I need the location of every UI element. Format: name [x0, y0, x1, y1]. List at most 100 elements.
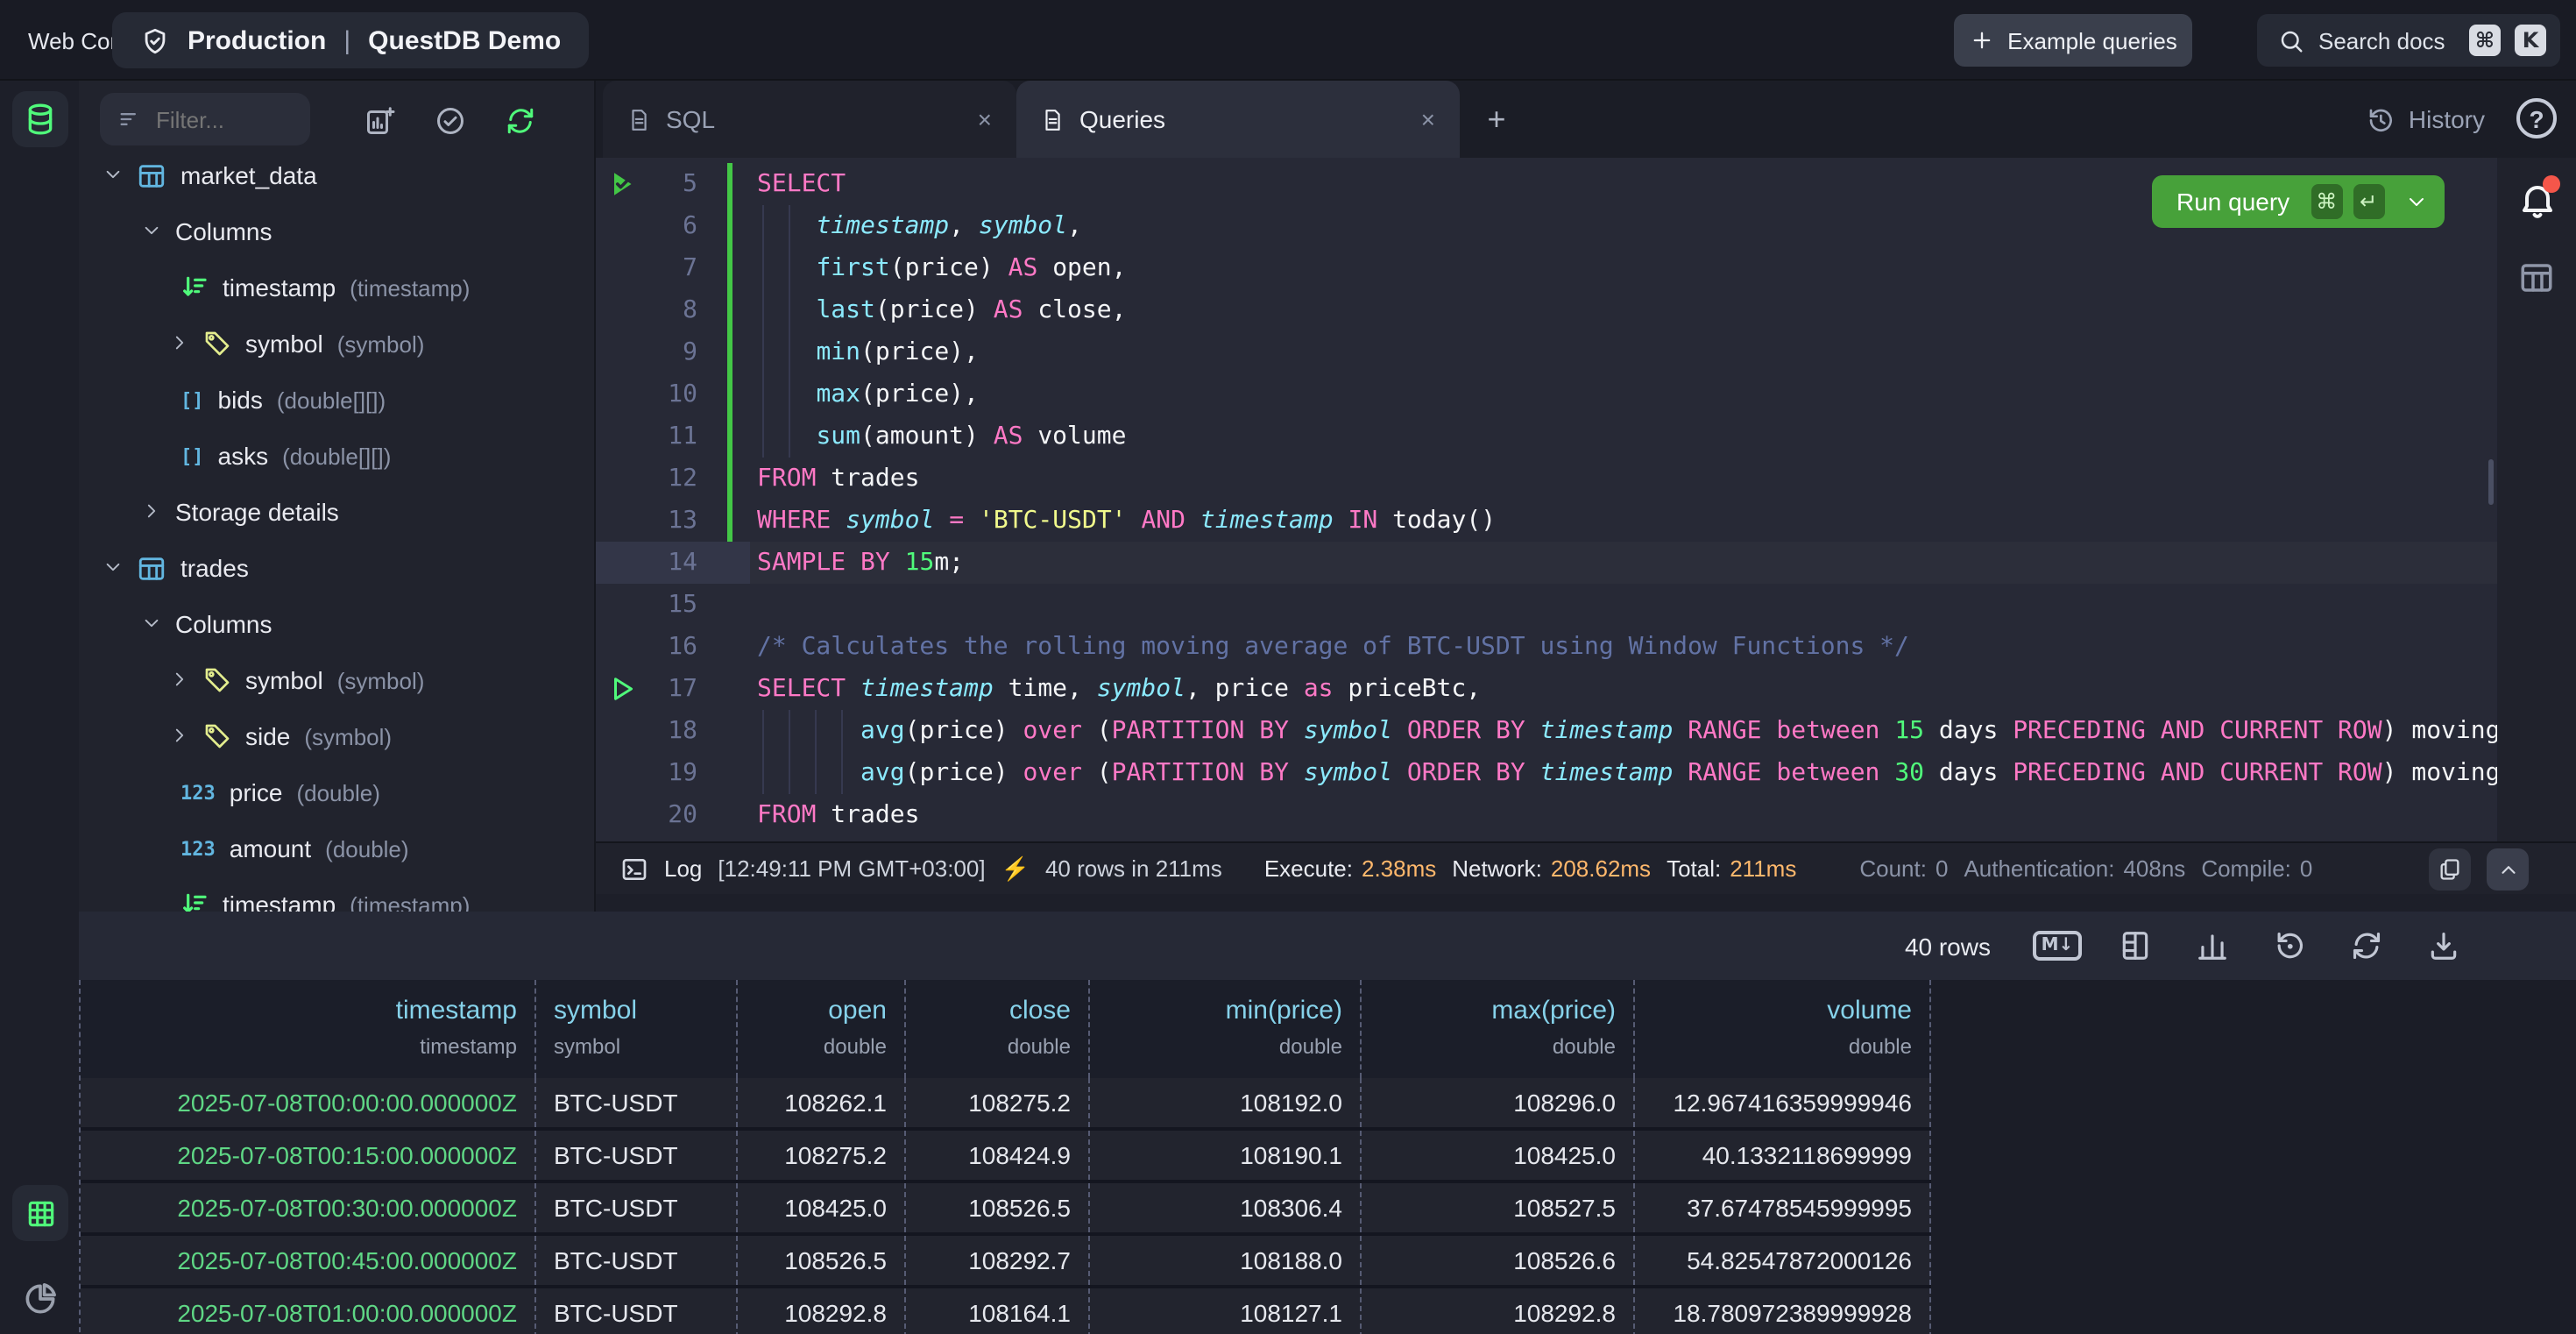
run-query-button[interactable]: Run query ⌘ ↵	[2152, 175, 2445, 228]
tab-queries[interactable]: Queries ×	[1016, 81, 1460, 158]
tree-item-symbol[interactable]: symbol(symbol)	[79, 316, 596, 372]
layout-toggle-button[interactable]	[2117, 928, 2152, 963]
tree-item-market-data[interactable]: market_data	[79, 147, 596, 203]
cell-close[interactable]: 108292.7	[906, 1236, 1090, 1285]
chevron-down-icon[interactable]	[103, 557, 124, 578]
chevron-right-icon[interactable]	[142, 501, 163, 522]
chevron-right-icon[interactable]	[170, 726, 191, 747]
tab-sql[interactable]: SQL ×	[603, 81, 1016, 158]
restore-button[interactable]	[2271, 928, 2306, 963]
copy-log-button[interactable]	[2429, 848, 2471, 891]
cell-timestamp[interactable]: 2025-07-08T00:30:00.000000Z	[81, 1183, 536, 1232]
suspended-filter-button[interactable]	[435, 105, 466, 137]
code-line-17[interactable]: 17SELECT timestamp time, symbol, price a…	[596, 668, 2497, 710]
cell-symbol[interactable]: BTC-USDT	[536, 1131, 738, 1180]
cell-close[interactable]: 108526.5	[906, 1183, 1090, 1232]
chevron-down-icon[interactable]	[142, 221, 163, 242]
markdown-export-button[interactable]: M↓	[2040, 928, 2075, 963]
grid-row-2[interactable]: 2025-07-08T00:30:00.000000ZBTC-USDT10842…	[81, 1183, 1931, 1236]
cell-timestamp[interactable]: 2025-07-08T00:15:00.000000Z	[81, 1131, 536, 1180]
tree-item-columns[interactable]: Columns	[79, 596, 596, 652]
column-header-open[interactable]: opendouble	[738, 980, 906, 1078]
tree-item-asks[interactable]: []asks(double[][])	[79, 428, 596, 484]
chevron-down-icon[interactable]	[2406, 191, 2427, 212]
code-line-18[interactable]: 18 avg(price) over (PARTITION BY symbol …	[596, 710, 2497, 752]
column-header-symbol[interactable]: symbolsymbol	[536, 980, 738, 1078]
cell-volume[interactable]: 40.1332118699999	[1635, 1131, 1931, 1180]
tree-item-timestamp[interactable]: timestamp(timestamp)	[79, 876, 596, 912]
add-matview-button[interactable]	[364, 105, 396, 137]
chevron-down-icon[interactable]	[103, 165, 124, 186]
tree-item-storage-details[interactable]: Storage details	[79, 484, 596, 540]
cell-min-price-[interactable]: 108188.0	[1090, 1236, 1362, 1285]
run-marker-icon[interactable]	[606, 673, 638, 705]
code-line-8[interactable]: 8 last(price) AS close,	[596, 289, 2497, 331]
cell-volume[interactable]: 37.67478545999995	[1635, 1183, 1931, 1232]
cell-open[interactable]: 108526.5	[738, 1236, 906, 1285]
code-line-15[interactable]: 15	[596, 584, 2497, 626]
cell-close[interactable]: 108164.1	[906, 1288, 1090, 1334]
chevron-right-icon[interactable]	[170, 333, 191, 354]
cell-min-price-[interactable]: 108190.1	[1090, 1131, 1362, 1180]
refresh-schema-button[interactable]	[505, 105, 536, 137]
tree-item-price[interactable]: 123price(double)	[79, 764, 596, 820]
cell-volume[interactable]: 18.780972389999928	[1635, 1288, 1931, 1334]
cell-max-price-[interactable]: 108425.0	[1362, 1131, 1635, 1180]
grid-row-3[interactable]: 2025-07-08T00:45:00.000000ZBTC-USDT10852…	[81, 1236, 1931, 1288]
cell-max-price-[interactable]: 108292.8	[1362, 1288, 1635, 1334]
cell-symbol[interactable]: BTC-USDT	[536, 1078, 738, 1127]
cell-max-price-[interactable]: 108527.5	[1362, 1183, 1635, 1232]
cell-timestamp[interactable]: 2025-07-08T01:00:00.000000Z	[81, 1288, 536, 1334]
column-header-volume[interactable]: volumedouble	[1635, 980, 1931, 1078]
sql-editor[interactable]: 5SELECT6 timestamp, symbol,7 first(price…	[596, 158, 2497, 841]
collapse-log-button[interactable]	[2487, 848, 2529, 891]
cell-timestamp[interactable]: 2025-07-08T00:45:00.000000Z	[81, 1236, 536, 1285]
search-docs-button[interactable]: Search docs ⌘ K	[2257, 14, 2560, 67]
grid-row-4[interactable]: 2025-07-08T01:00:00.000000ZBTC-USDT10829…	[81, 1288, 1931, 1334]
history-button[interactable]: History	[2367, 81, 2485, 158]
cell-symbol[interactable]: BTC-USDT	[536, 1236, 738, 1285]
results-grid[interactable]: timestamptimestampsymbolsymbolopendouble…	[79, 980, 1931, 1334]
column-header-min-price-[interactable]: min(price)double	[1090, 980, 1362, 1078]
download-csv-button[interactable]	[2425, 928, 2460, 963]
code-line-20[interactable]: 20FROM trades	[596, 794, 2497, 836]
chevron-down-icon[interactable]	[142, 614, 163, 635]
chevron-right-icon[interactable]	[170, 670, 191, 691]
code-line-13[interactable]: 13WHERE symbol = 'BTC-USDT' AND timestam…	[596, 500, 2497, 542]
cell-open[interactable]: 108275.2	[738, 1131, 906, 1180]
grid-row-0[interactable]: 2025-07-08T00:00:00.000000ZBTC-USDT10826…	[81, 1078, 1931, 1131]
code-line-19[interactable]: 19 avg(price) over (PARTITION BY symbol …	[596, 752, 2497, 794]
code-line-11[interactable]: 11 sum(amount) AS volume	[596, 415, 2497, 458]
filter-input[interactable]	[156, 106, 279, 132]
code-line-7[interactable]: 7 first(price) AS open,	[596, 247, 2497, 289]
tab-queries-close-icon[interactable]: ×	[1421, 105, 1435, 133]
column-header-timestamp[interactable]: timestamptimestamp	[81, 980, 536, 1078]
tree-item-bids[interactable]: []bids(double[][])	[79, 372, 596, 428]
cell-min-price-[interactable]: 108192.0	[1090, 1078, 1362, 1127]
tab-sql-close-icon[interactable]: ×	[978, 105, 992, 133]
tree-item-amount[interactable]: 123amount(double)	[79, 820, 596, 876]
cell-symbol[interactable]: BTC-USDT	[536, 1288, 738, 1334]
code-line-16[interactable]: 16/* Calculates the rolling moving avera…	[596, 626, 2497, 668]
refresh-results-button[interactable]	[2348, 928, 2383, 963]
run-check-marker-icon[interactable]	[606, 168, 638, 200]
tree-item-columns[interactable]: Columns	[79, 203, 596, 259]
new-tab-button[interactable]: +	[1479, 102, 1514, 137]
code-line-9[interactable]: 9 min(price),	[596, 331, 2497, 373]
cell-open[interactable]: 108425.0	[738, 1183, 906, 1232]
code-line-10[interactable]: 10 max(price),	[596, 373, 2497, 415]
cell-max-price-[interactable]: 108526.6	[1362, 1236, 1635, 1285]
cell-open[interactable]: 108292.8	[738, 1288, 906, 1334]
cell-min-price-[interactable]: 108306.4	[1090, 1183, 1362, 1232]
tables-panel-button[interactable]	[12, 91, 68, 147]
tree-item-side[interactable]: side(symbol)	[79, 708, 596, 764]
tree-item-trades[interactable]: trades	[79, 540, 596, 596]
tree-item-timestamp[interactable]: timestamp(timestamp)	[79, 259, 596, 316]
column-header-max-price-[interactable]: max(price)double	[1362, 980, 1635, 1078]
chart-button[interactable]	[2194, 928, 2229, 963]
help-button[interactable]: ?	[2516, 98, 2557, 138]
cell-volume[interactable]: 54.82547872000126	[1635, 1236, 1931, 1285]
cell-timestamp[interactable]: 2025-07-08T00:00:00.000000Z	[81, 1078, 536, 1127]
cell-close[interactable]: 108424.9	[906, 1131, 1090, 1180]
grid-view-button[interactable]	[12, 1185, 68, 1241]
